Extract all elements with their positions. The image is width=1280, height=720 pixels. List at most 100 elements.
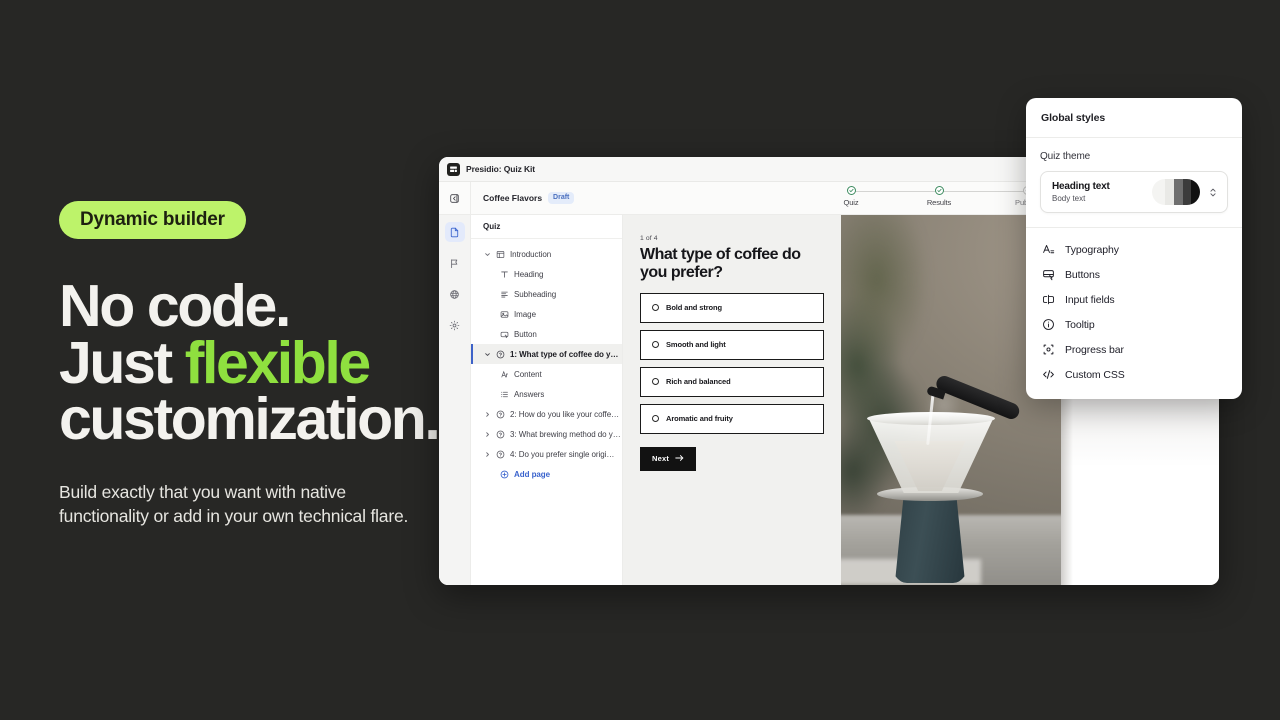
headline-line-3: customization. [59,386,441,453]
tree-item-answers[interactable]: Answers [471,384,622,404]
chevron-right-icon[interactable] [481,431,493,438]
menu-item-buttons[interactable]: Buttons [1026,262,1242,287]
text-paragraph-icon [497,290,511,299]
tree-item-heading[interactable]: Heading [471,264,622,284]
headline-line-1: No code. [59,273,291,339]
answers-list: Bold and strong Smooth and light Rich an… [640,292,824,434]
chevron-down-icon[interactable] [481,351,493,358]
tree-item-label: 4: Do you prefer single origi… [510,449,615,459]
next-button[interactable]: Next [640,446,697,471]
chevron-right-icon[interactable] [481,411,493,418]
question-icon [493,430,507,439]
menu-item-custom-css[interactable]: Custom CSS [1026,362,1242,387]
question-icon [493,450,507,459]
tree-item-label: Heading [514,269,544,279]
hero-subcopy: Build exactly that you want with native … [59,481,409,527]
page-root: Dynamic builder No code. Just flexible c… [0,0,1280,720]
theme-heading-sample: Heading text [1052,181,1110,192]
menu-item-progress-bar[interactable]: Progress bar [1026,337,1242,362]
tree-item-label: 1: What type of coffee do y… [510,349,619,359]
next-button-label: Next [652,454,670,464]
tree-item-image[interactable]: Image [471,304,622,324]
panel-collapse-icon[interactable] [439,182,471,214]
add-page-button[interactable]: Add page [471,464,622,484]
tree-item-label: Button [514,329,537,339]
add-page-label: Add page [514,469,551,479]
status-badge: Draft [548,192,575,204]
menu-item-label: Custom CSS [1065,368,1125,381]
hero-badge: Dynamic builder [59,201,246,239]
answer-label: Bold and strong [666,303,722,313]
theme-body-sample: Body text [1052,194,1086,203]
step-label-quiz: Quiz [843,198,859,207]
layout-icon [493,250,507,259]
menu-item-label: Input fields [1065,293,1115,306]
page-title: No code. Just flexible customization. [59,273,459,453]
document-name-group[interactable]: Coffee Flavors Draft [471,192,575,204]
global-styles-menu: Typography Buttons Input fields Tooltip … [1026,228,1242,399]
tree-item-question-1[interactable]: 1: What type of coffee do y… [471,344,622,364]
answer-option[interactable]: Smooth and light [640,329,824,360]
menu-item-tooltip[interactable]: Tooltip [1026,312,1242,337]
headline-line-2: Just flexible [59,333,459,392]
menu-item-label: Progress bar [1065,343,1124,356]
tree-item-subheading[interactable]: Subheading [471,284,622,304]
answer-option[interactable]: Rich and balanced [640,366,824,397]
question-icon [493,410,507,419]
step-quiz[interactable]: Quiz [807,186,939,207]
tree-item-question-3[interactable]: 3: What brewing method do y… [471,424,622,444]
answer-label: Smooth and light [666,340,726,350]
radio-icon[interactable] [652,415,659,423]
tree-header: Quiz [471,215,622,239]
button-icon [497,330,511,339]
tree-item-content[interactable]: Content [471,364,622,384]
menu-item-label: Typography [1065,243,1119,256]
tree-item-button[interactable]: Button [471,324,622,344]
answer-option[interactable]: Bold and strong [640,292,824,323]
quiz-theme-selector[interactable]: Heading text Body text [1040,171,1228,213]
menu-item-label: Buttons [1065,268,1100,281]
rail-item-settings[interactable] [445,315,465,335]
answer-option[interactable]: Aromatic and fruity [640,403,824,434]
arrow-right-icon [675,454,684,464]
photo-carafe [894,497,966,583]
theme-preview-text: Heading text Body text [1052,181,1144,203]
tree-item-label: Introduction [510,249,552,259]
step-connector-2 [939,190,1027,192]
chevron-up-down-icon[interactable] [1208,186,1218,199]
rail-item-flag[interactable] [445,253,465,273]
chevron-down-icon[interactable] [481,251,493,258]
step-complete-icon [934,186,944,195]
input-field-icon [1042,293,1055,306]
list-icon [497,390,511,399]
radio-icon[interactable] [652,341,659,349]
menu-item-input-fields[interactable]: Input fields [1026,287,1242,312]
code-icon [1042,368,1055,381]
app-title: Presidio: Quiz Kit [466,164,536,174]
tree-item-question-4[interactable]: 4: Do you prefer single origi… [471,444,622,464]
button-style-icon [1042,268,1055,281]
rail-item-pages[interactable] [444,222,465,242]
tree-item-introduction[interactable]: Introduction [471,244,622,264]
menu-item-typography[interactable]: Typography [1026,237,1242,262]
page-tree-panel: Quiz Introduction Heading Subheading Ima… [471,215,623,585]
content-icon [497,370,511,379]
global-styles-title: Global styles [1026,98,1242,138]
info-circle-icon [1042,318,1055,331]
tree-item-label: Content [514,369,542,379]
global-styles-panel: Global styles Quiz theme Heading text Bo… [1026,98,1242,399]
chevron-right-icon[interactable] [481,451,493,458]
step-label-results: Results [926,198,952,207]
rail-item-globe[interactable] [445,284,465,304]
typography-icon [1042,243,1055,256]
image-icon [497,310,511,319]
step-complete-icon [846,186,856,195]
hero-copy: Dynamic builder No code. Just flexible c… [59,201,459,528]
step-results[interactable]: Results [895,186,1027,207]
answer-label: Rich and balanced [666,377,731,387]
radio-icon[interactable] [652,304,659,312]
tree-item-label: Subheading [514,289,557,299]
radio-icon[interactable] [652,378,659,386]
tree-item-question-2[interactable]: 2: How do you like your coffe… [471,404,622,424]
tree-item-label: 3: What brewing method do y… [510,429,621,439]
